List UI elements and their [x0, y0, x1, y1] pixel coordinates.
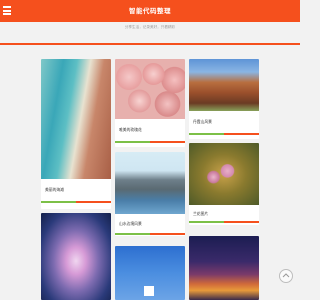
card-progress-bar — [189, 221, 259, 223]
card-title[interactable]: 唯美的玫瑰花 — [119, 127, 142, 133]
arrow-up-icon — [282, 273, 290, 278]
card-title[interactable]: 兰花图片 — [193, 211, 208, 217]
gallery-card[interactable]: 唯美的玫瑰花 — [115, 59, 185, 147]
site-brand[interactable]: 智能代码整理 — [0, 5, 300, 15]
gallery-card[interactable]: 兰花图片 — [189, 143, 259, 225]
gallery-card[interactable]: 丹霞山风景 — [189, 59, 259, 139]
gallery-card[interactable] — [41, 213, 111, 300]
image-badge — [144, 286, 154, 296]
gallery-card[interactable]: 山水边境风景 — [115, 152, 185, 236]
card-progress-bar — [115, 141, 185, 143]
card-progress-bar — [41, 201, 111, 203]
card-title[interactable]: 美丽的海滩 — [45, 187, 64, 193]
beach-shoreline-photo[interactable] — [41, 59, 111, 179]
gallery-card[interactable] — [115, 246, 185, 300]
card-title[interactable]: 丹霞山风景 — [193, 119, 212, 125]
gallery-card[interactable] — [189, 236, 259, 300]
top-header: 智能代码整理 — [0, 0, 300, 22]
card-progress-bar — [189, 133, 259, 135]
orchid-flower-photo[interactable] — [189, 143, 259, 205]
jellyfish-photo[interactable] — [41, 213, 111, 300]
header-divider — [0, 43, 300, 45]
site-tagline: 分享生活，记录美好，只看精彩 — [124, 25, 176, 29]
card-progress-bar — [115, 233, 185, 235]
red-rock-mountain-photo[interactable] — [189, 59, 259, 111]
card-title[interactable]: 山水边境风景 — [119, 221, 142, 227]
pink-roses-photo[interactable] — [115, 59, 185, 119]
city-night-lights-photo[interactable] — [189, 236, 259, 300]
back-to-top-button[interactable] — [279, 269, 293, 283]
waterside-village-photo[interactable] — [115, 152, 185, 214]
gallery-card[interactable]: 美丽的海滩 — [41, 59, 111, 209]
